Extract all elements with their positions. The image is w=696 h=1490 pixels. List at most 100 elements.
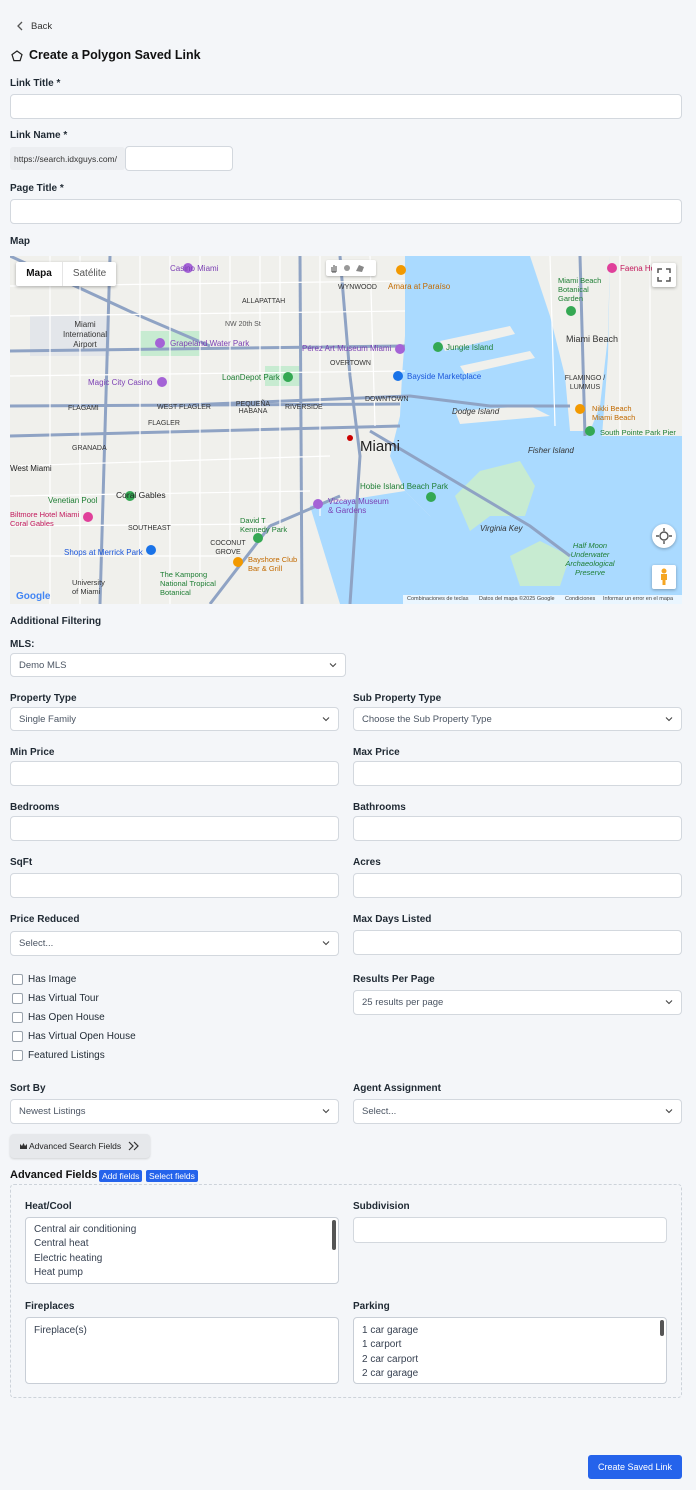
chevron-left-icon xyxy=(17,21,23,31)
subdivision-input[interactable] xyxy=(353,1217,667,1243)
sqft-input[interactable] xyxy=(10,873,339,898)
list-option[interactable]: Central air conditioning xyxy=(26,1223,338,1237)
map-drawing-tools xyxy=(326,260,376,276)
map-container[interactable]: Google Miami Miami International Airport… xyxy=(10,256,682,604)
results-per-page-select[interactable]: 25 results per page xyxy=(353,990,682,1015)
bedrooms-input[interactable] xyxy=(10,816,339,841)
sub-property-type-select[interactable]: Choose the Sub Property Type xyxy=(353,707,682,731)
list-option[interactable]: Fireplace(s) xyxy=(26,1324,338,1338)
heat-cool-label: Heat/Cool xyxy=(25,1201,72,1212)
chevron-down-icon xyxy=(329,663,337,668)
has-open-house-checkbox[interactable] xyxy=(12,1012,23,1023)
select-fields-button[interactable]: Select fields xyxy=(146,1170,198,1182)
price-reduced-select[interactable]: Select... xyxy=(10,931,339,956)
fireplaces-listbox[interactable]: Fireplace(s) xyxy=(25,1317,339,1384)
map-label-venetian: Venetian Pool xyxy=(48,496,98,505)
map-label-west-flagler: WEST FLAGLER xyxy=(157,404,211,411)
map-tab-map[interactable]: Mapa xyxy=(16,262,62,286)
parking-listbox[interactable]: 1 car garage 1 carport 2 car carport 2 c… xyxy=(353,1317,667,1384)
subdivision-label: Subdivision xyxy=(353,1201,410,1212)
chevron-down-icon xyxy=(322,941,330,946)
map-data-text: Datos del mapa ©2025 Google xyxy=(479,596,555,602)
back-label: Back xyxy=(31,21,53,32)
crown-icon xyxy=(20,1143,27,1149)
advanced-fields-title: Advanced Fields xyxy=(10,1169,98,1181)
list-option[interactable]: 1 car garage xyxy=(354,1324,666,1338)
link-name-input[interactable] xyxy=(125,146,233,171)
agent-assignment-select[interactable]: Select... xyxy=(353,1099,682,1124)
map-report-link[interactable]: Informar un error en el mapa xyxy=(603,595,673,604)
map-fullscreen-button[interactable] xyxy=(652,263,676,287)
map-label-magic-city: Magic City Casino xyxy=(88,378,153,387)
map-label-overtown: OVERTOWN xyxy=(330,360,371,367)
acres-label: Acres xyxy=(353,857,381,868)
map-label-dodge: Dodge Island xyxy=(452,407,500,416)
add-fields-button[interactable]: Add fields xyxy=(99,1170,143,1182)
circle-tool-icon[interactable] xyxy=(342,263,352,273)
map-location-button[interactable] xyxy=(652,524,676,548)
map-label-wynwood: WYNWOOD xyxy=(338,284,377,291)
list-option[interactable]: Central heat xyxy=(26,1237,338,1251)
acres-input[interactable] xyxy=(353,873,682,898)
scrollbar-thumb[interactable] xyxy=(660,1320,664,1336)
max-price-input[interactable] xyxy=(353,761,682,786)
list-option[interactable]: 1 carport xyxy=(354,1338,666,1352)
bathrooms-input[interactable] xyxy=(353,816,682,841)
map-terms-link[interactable]: Condiciones xyxy=(565,595,595,604)
price-reduced-label: Price Reduced xyxy=(10,914,80,925)
map-attribution: Combinaciones de teclas Datos del mapa ©… xyxy=(403,595,682,604)
has-open-house-label: Has Open House xyxy=(28,1012,105,1023)
locate-icon xyxy=(656,528,672,544)
map-pegman-button[interactable] xyxy=(652,565,676,589)
property-type-select[interactable]: Single Family xyxy=(10,707,339,731)
has-image-checkbox[interactable] xyxy=(12,974,23,985)
create-saved-link-label: Create Saved Link xyxy=(597,1462,673,1472)
sqft-label: SqFt xyxy=(10,857,33,868)
min-price-label: Min Price xyxy=(10,747,55,758)
sort-by-select[interactable]: Newest Listings xyxy=(10,1099,339,1124)
scrollbar-thumb[interactable] xyxy=(332,1220,336,1250)
list-option[interactable]: Heat pump xyxy=(26,1266,338,1280)
has-virtual-open-house-checkbox[interactable] xyxy=(12,1031,23,1042)
page-title-input[interactable] xyxy=(10,199,682,224)
map-label-bayside: Bayside Marketplace xyxy=(407,372,482,381)
map-label-nikki: Nikki Beach Miami Beach xyxy=(592,404,636,422)
page-title: Create a Polygon Saved Link xyxy=(29,48,201,62)
mls-label: MLS: xyxy=(10,639,35,650)
link-name-label: Link Name * xyxy=(10,130,68,141)
map-label-riverside: RIVERSIDE xyxy=(285,404,323,411)
create-saved-link-button[interactable]: Create Saved Link xyxy=(588,1455,682,1479)
map-label-vizcaya: Vizcaya Museum & Gardens xyxy=(328,497,389,515)
map-shortcuts-link[interactable]: Combinaciones de teclas xyxy=(407,595,468,604)
map-label-southeast: SOUTHEAST xyxy=(128,525,171,532)
has-virtual-open-house-label: Has Virtual Open House xyxy=(28,1031,136,1042)
link-title-label: Link Title * xyxy=(10,78,61,89)
heat-cool-listbox[interactable]: Central air conditioning Central heat El… xyxy=(25,1217,339,1284)
map-city-label: Miami xyxy=(360,438,400,455)
map-tab-satellite[interactable]: Satélite xyxy=(62,262,116,286)
list-option[interactable]: Electric heating xyxy=(26,1252,338,1266)
has-virtual-tour-checkbox[interactable] xyxy=(12,993,23,1004)
fireplaces-label: Fireplaces xyxy=(25,1301,75,1312)
page-title-label: Page Title * xyxy=(10,183,64,194)
polygon-tool-icon[interactable] xyxy=(355,263,365,273)
advanced-search-fields-button[interactable]: Advanced Search Fields xyxy=(10,1134,150,1158)
map-label-flagami: FLAGAMI xyxy=(68,405,99,412)
map-label: Map xyxy=(10,236,30,247)
map-label-amara: Amara at Paraíso xyxy=(388,282,451,291)
list-option[interactable]: 2 car carport xyxy=(354,1353,666,1367)
mls-select[interactable]: Demo MLS xyxy=(10,653,346,677)
hand-icon[interactable] xyxy=(329,263,339,273)
max-days-input[interactable] xyxy=(353,930,682,955)
list-option[interactable]: 2 car garage xyxy=(354,1367,666,1381)
min-price-input[interactable] xyxy=(10,761,339,786)
map-label-fisher: Fisher Island xyxy=(528,446,574,455)
sort-by-label: Sort By xyxy=(10,1083,46,1094)
map-label-miami-beach: Miami Beach xyxy=(566,334,619,344)
featured-listings-checkbox[interactable] xyxy=(12,1050,23,1061)
link-title-input[interactable] xyxy=(10,94,682,119)
map-label-nw20: NW 20th St xyxy=(225,321,261,328)
map-label-botanical: Miami Beach Botanical Garden xyxy=(558,276,602,303)
fullscreen-icon xyxy=(657,268,671,282)
chevron-down-icon xyxy=(665,717,673,722)
